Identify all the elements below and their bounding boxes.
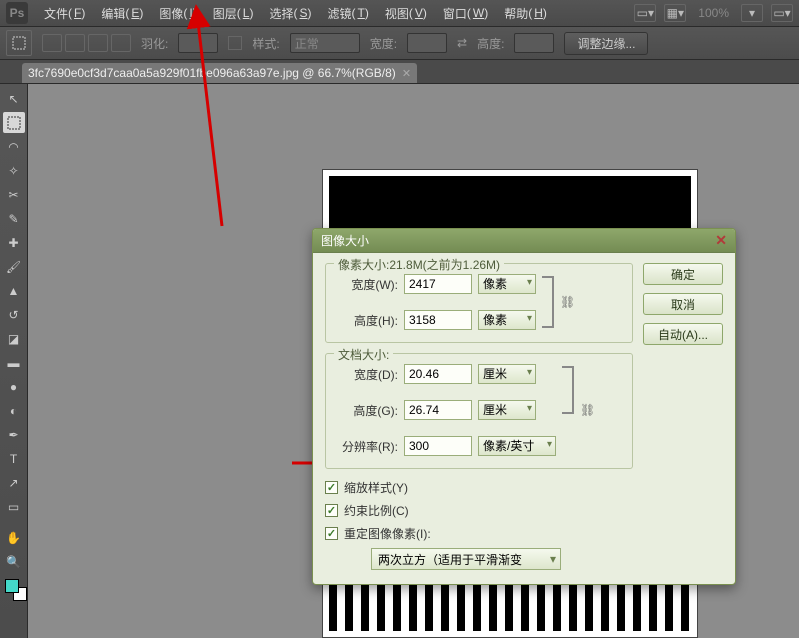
doc-width-unit-select[interactable]: 厘米 bbox=[478, 364, 536, 384]
brush-tool-icon[interactable]: 🖌 bbox=[3, 256, 25, 277]
eraser-tool-icon[interactable]: ◪ bbox=[3, 328, 25, 349]
menu-window[interactable]: 窗口(W) bbox=[435, 0, 496, 26]
move-tool-icon[interactable]: ↖ bbox=[3, 88, 25, 109]
screen-mode-icon[interactable]: ▭▾ bbox=[634, 4, 656, 22]
app-logo: Ps bbox=[6, 2, 28, 24]
menu-bar: Ps 文件(F) 编辑(E) 图像(I) 图层(L) 选择(S) 滤镜(T) 视… bbox=[0, 0, 799, 27]
wand-tool-icon[interactable]: ✧ bbox=[3, 160, 25, 181]
gradient-tool-icon[interactable]: ▬ bbox=[3, 352, 25, 373]
grid-icon[interactable]: ▦▾ bbox=[664, 4, 686, 22]
menu-layer[interactable]: 图层(L) bbox=[205, 0, 262, 26]
px-width-label: 宽度(W): bbox=[336, 276, 398, 293]
style-select[interactable]: 正常 bbox=[290, 33, 360, 53]
toolbox: ↖ ◠ ✧ ✂ ✎ ✚ 🖌 ▲ ↺ ◪ ▬ ● ◐ ✒ T ↗ ▭ ✋ 🔍 bbox=[0, 84, 28, 638]
path-tool-icon[interactable]: ↗ bbox=[3, 472, 25, 493]
refine-edge-button[interactable]: 调整边缘... bbox=[564, 32, 648, 55]
resolution-label: 分辨率(R): bbox=[336, 438, 398, 455]
height-input[interactable] bbox=[514, 33, 554, 53]
px-height-input[interactable] bbox=[404, 310, 472, 330]
zoom-level: 100% bbox=[694, 6, 733, 20]
cancel-button[interactable]: 取消 bbox=[643, 293, 723, 315]
antialias-checkbox[interactable] bbox=[228, 36, 242, 50]
ok-button[interactable]: 确定 bbox=[643, 263, 723, 285]
document-tab-bar: 3fc7690e0cf3d7caa0a5a929f01fbe096a63a97e… bbox=[0, 60, 799, 84]
lasso-tool-icon[interactable]: ◠ bbox=[3, 136, 25, 157]
resolution-unit-select[interactable]: 像素/英寸 bbox=[478, 436, 556, 456]
hand-tool-icon[interactable]: ✋ bbox=[3, 527, 25, 548]
doc-size-legend: 文档大小: bbox=[334, 346, 393, 363]
crop-tool-icon[interactable]: ✂ bbox=[3, 184, 25, 205]
resample-checkbox[interactable]: ✓重定图像像素(I): bbox=[325, 525, 633, 542]
width-label: 宽度: bbox=[370, 35, 397, 52]
scale-styles-checkbox[interactable]: ✓缩放样式(Y) bbox=[325, 479, 633, 496]
doc-width-input[interactable] bbox=[404, 364, 472, 384]
type-tool-icon[interactable]: T bbox=[3, 448, 25, 469]
doc-height-label: 高度(G): bbox=[336, 402, 398, 419]
pixel-dimensions-group: 像素大小:21.8M(之前为1.26M) 宽度(W): 像素 高度(H): 像素 bbox=[325, 263, 633, 343]
image-size-dialog: 图像大小 ✕ 像素大小:21.8M(之前为1.26M) 宽度(W): 像素 高度… bbox=[312, 228, 736, 585]
options-bar: 羽化: 样式: 正常 宽度: ⇄ 高度: 调整边缘... bbox=[0, 27, 799, 60]
menu-file[interactable]: 文件(F) bbox=[36, 0, 93, 26]
document-tab[interactable]: 3fc7690e0cf3d7caa0a5a929f01fbe096a63a97e… bbox=[22, 63, 417, 83]
style-label: 样式: bbox=[252, 35, 279, 52]
chain-icon: ⛓ bbox=[560, 295, 575, 309]
selection-mode-group[interactable] bbox=[42, 34, 131, 52]
blur-tool-icon[interactable]: ● bbox=[3, 376, 25, 397]
feather-input[interactable] bbox=[178, 33, 218, 53]
resample-method-select[interactable]: 两次立方（适用于平滑渐变 bbox=[371, 548, 561, 570]
height-label: 高度: bbox=[477, 35, 504, 52]
pen-tool-icon[interactable]: ✒ bbox=[3, 424, 25, 445]
document-size-group: 文档大小: 宽度(D): 厘米 高度(G): 厘米 bbox=[325, 353, 633, 469]
close-icon[interactable]: ✕ bbox=[715, 232, 727, 249]
px-width-input[interactable] bbox=[404, 274, 472, 294]
dialog-title: 图像大小 bbox=[321, 232, 369, 249]
dodge-tool-icon[interactable]: ◐ bbox=[3, 400, 25, 421]
feather-label: 羽化: bbox=[141, 35, 168, 52]
px-width-unit-select[interactable]: 像素 bbox=[478, 274, 536, 294]
dialog-titlebar[interactable]: 图像大小 ✕ bbox=[313, 229, 735, 253]
marquee-tool-icon[interactable] bbox=[3, 112, 25, 133]
workspace-icon[interactable]: ▭▾ bbox=[771, 4, 793, 22]
doc-height-unit-select[interactable]: 厘米 bbox=[478, 400, 536, 420]
zoom-tool-icon[interactable]: 🔍 bbox=[3, 551, 25, 572]
menu-view[interactable]: 视图(V) bbox=[377, 0, 435, 26]
doc-height-input[interactable] bbox=[404, 400, 472, 420]
healing-tool-icon[interactable]: ✚ bbox=[3, 232, 25, 253]
shape-tool-icon[interactable]: ▭ bbox=[3, 496, 25, 517]
link-bracket bbox=[542, 276, 554, 328]
doc-width-label: 宽度(D): bbox=[336, 366, 398, 383]
link-bracket bbox=[562, 366, 574, 414]
pixel-size-legend: 像素大小:21.8M(之前为1.26M) bbox=[334, 256, 504, 273]
swap-icon[interactable]: ⇄ bbox=[457, 36, 467, 50]
width-input[interactable] bbox=[407, 33, 447, 53]
auto-button[interactable]: 自动(A)... bbox=[643, 323, 723, 345]
history-brush-icon[interactable]: ↺ bbox=[3, 304, 25, 325]
marquee-tool-icon[interactable] bbox=[6, 30, 32, 56]
chain-icon: ⛓ bbox=[580, 403, 595, 417]
px-height-label: 高度(H): bbox=[336, 312, 398, 329]
menu-filter[interactable]: 滤镜(T) bbox=[319, 0, 376, 26]
resolution-input[interactable] bbox=[404, 436, 472, 456]
menu-help[interactable]: 帮助(H) bbox=[496, 0, 555, 26]
close-icon[interactable]: ✕ bbox=[402, 67, 411, 80]
eyedropper-tool-icon[interactable]: ✎ bbox=[3, 208, 25, 229]
document-title: 3fc7690e0cf3d7caa0a5a929f01fbe096a63a97e… bbox=[28, 66, 396, 80]
constrain-proportions-checkbox[interactable]: ✓约束比例(C) bbox=[325, 502, 633, 519]
px-height-unit-select[interactable]: 像素 bbox=[478, 310, 536, 330]
color-swatch[interactable] bbox=[5, 579, 23, 597]
hand-icon[interactable]: ▾ bbox=[741, 4, 763, 22]
menu-image[interactable]: 图像(I) bbox=[151, 0, 204, 26]
menu-edit[interactable]: 编辑(E) bbox=[93, 0, 151, 26]
menu-select[interactable]: 选择(S) bbox=[261, 0, 319, 26]
stamp-tool-icon[interactable]: ▲ bbox=[3, 280, 25, 301]
